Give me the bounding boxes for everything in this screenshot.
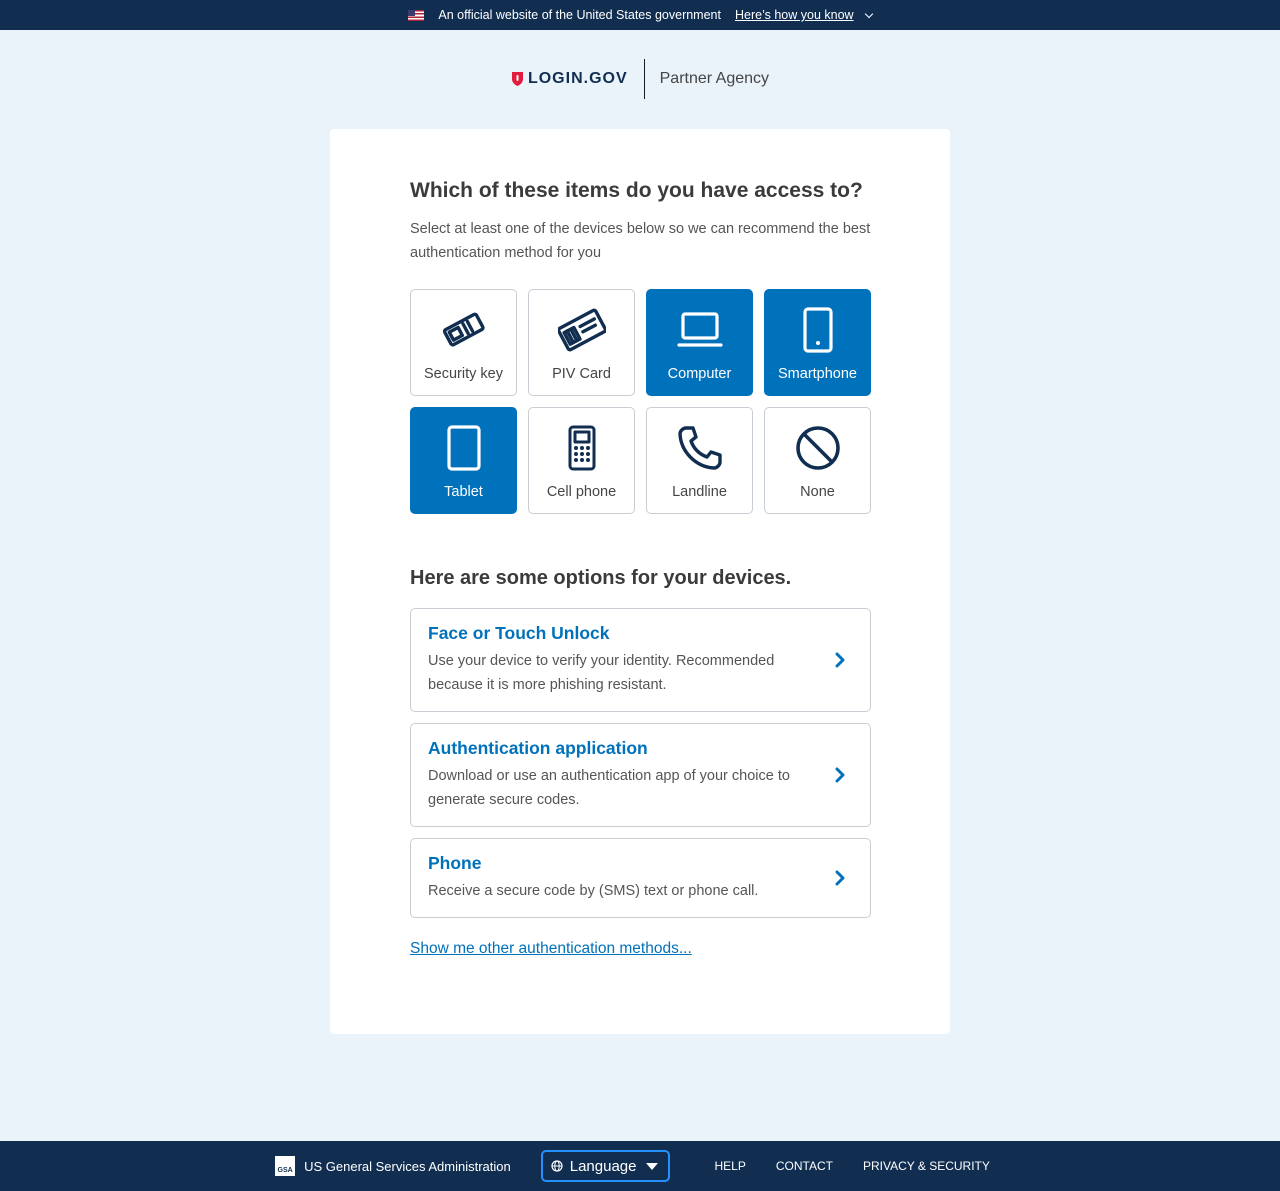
device-label: Tablet bbox=[444, 484, 483, 500]
option-title: Authentication application bbox=[428, 738, 648, 758]
option-description: Download or use an authentication app of… bbox=[428, 768, 790, 808]
device-label: Cell phone bbox=[546, 484, 617, 500]
footer-link-help[interactable]: HELP bbox=[715, 1159, 746, 1173]
chevron-right-icon bbox=[835, 767, 845, 783]
device-label: Computer bbox=[667, 366, 732, 382]
option-face-touch-unlock[interactable]: Face or Touch Unlock Use your device to … bbox=[410, 608, 871, 712]
device-label: Landline bbox=[672, 484, 727, 500]
shield-icon bbox=[511, 72, 523, 86]
cell-phone-icon bbox=[558, 424, 606, 472]
caret-down-icon bbox=[645, 1162, 658, 1170]
landline-phone-icon bbox=[676, 424, 724, 472]
globe-icon bbox=[551, 1160, 563, 1172]
option-description: Use your device to verify your identity.… bbox=[428, 653, 775, 693]
device-tile-cell-phone[interactable]: Cell phone bbox=[528, 407, 635, 514]
footer-link-contact[interactable]: CONTACT bbox=[776, 1159, 833, 1173]
device-tile-tablet[interactable]: Tablet bbox=[410, 407, 517, 514]
options-heading: Here are some options for your devices. bbox=[410, 567, 792, 589]
device-label: PIV Card bbox=[552, 366, 611, 382]
agency-name: US General Services Administration bbox=[304, 1158, 511, 1174]
device-selection-grid: Security key PIV Card Computer Smartphon… bbox=[410, 289, 871, 514]
laptop-icon bbox=[676, 306, 724, 354]
page-subtitle: Select at least one of the devices below… bbox=[410, 221, 871, 261]
us-flag-icon bbox=[408, 9, 425, 21]
option-phone[interactable]: Phone Receive a secure code by (SMS) tex… bbox=[410, 838, 871, 918]
device-tile-security-key[interactable]: Security key bbox=[410, 289, 517, 396]
smartphone-icon bbox=[794, 306, 842, 354]
site-header: LOGIN.GOV Partner Agency bbox=[0, 30, 1280, 128]
option-title: Face or Touch Unlock bbox=[428, 623, 610, 643]
device-tile-piv-card[interactable]: PIV Card bbox=[528, 289, 635, 396]
login-gov-logo[interactable]: LOGIN.GOV bbox=[511, 70, 644, 88]
device-tile-computer[interactable]: Computer bbox=[646, 289, 753, 396]
heres-how-you-know-link[interactable]: Here’s how you know bbox=[735, 8, 854, 22]
gov-banner: An official website of the United States… bbox=[0, 0, 1280, 30]
tablet-icon bbox=[440, 424, 488, 472]
option-title: Phone bbox=[428, 853, 482, 873]
logo-text: LOGIN.GOV bbox=[527, 70, 628, 87]
option-authentication-application[interactable]: Authentication application Download or u… bbox=[410, 723, 871, 827]
main-card: Which of these items do you have access … bbox=[330, 129, 950, 1034]
gsa-logo: GSA bbox=[275, 1156, 296, 1176]
device-label: Security key bbox=[424, 366, 503, 382]
option-description: Receive a secure code by (SMS) text or p… bbox=[428, 883, 759, 899]
partner-agency-name: Partner Agency bbox=[659, 70, 770, 87]
device-tile-none[interactable]: None bbox=[764, 407, 871, 514]
piv-card-icon bbox=[557, 306, 606, 354]
chevron-down-icon[interactable] bbox=[864, 9, 873, 18]
none-prohibited-icon bbox=[794, 424, 842, 472]
site-footer: GSA US General Services Administration L… bbox=[0, 1141, 1280, 1191]
security-key-icon bbox=[440, 306, 488, 354]
chevron-right-icon bbox=[835, 652, 845, 668]
chevron-right-icon bbox=[835, 870, 845, 886]
options-list: Face or Touch Unlock Use your device to … bbox=[410, 608, 871, 918]
device-tile-smartphone[interactable]: Smartphone bbox=[764, 289, 871, 396]
language-dropdown-button[interactable]: Language bbox=[540, 1150, 670, 1182]
footer-link-privacy-security[interactable]: PRIVACY & SECURITY bbox=[863, 1159, 990, 1173]
device-tile-landline[interactable]: Landline bbox=[646, 407, 753, 514]
official-site-text: An official website of the United States… bbox=[438, 8, 721, 22]
language-label: Language bbox=[569, 1157, 637, 1175]
device-label: None bbox=[800, 484, 835, 500]
show-other-methods-link[interactable]: Show me other authentication methods... bbox=[410, 940, 692, 958]
card-content: Which of these items do you have access … bbox=[410, 177, 871, 958]
page-title: Which of these items do you have access … bbox=[410, 179, 863, 202]
device-label: Smartphone bbox=[778, 366, 857, 382]
